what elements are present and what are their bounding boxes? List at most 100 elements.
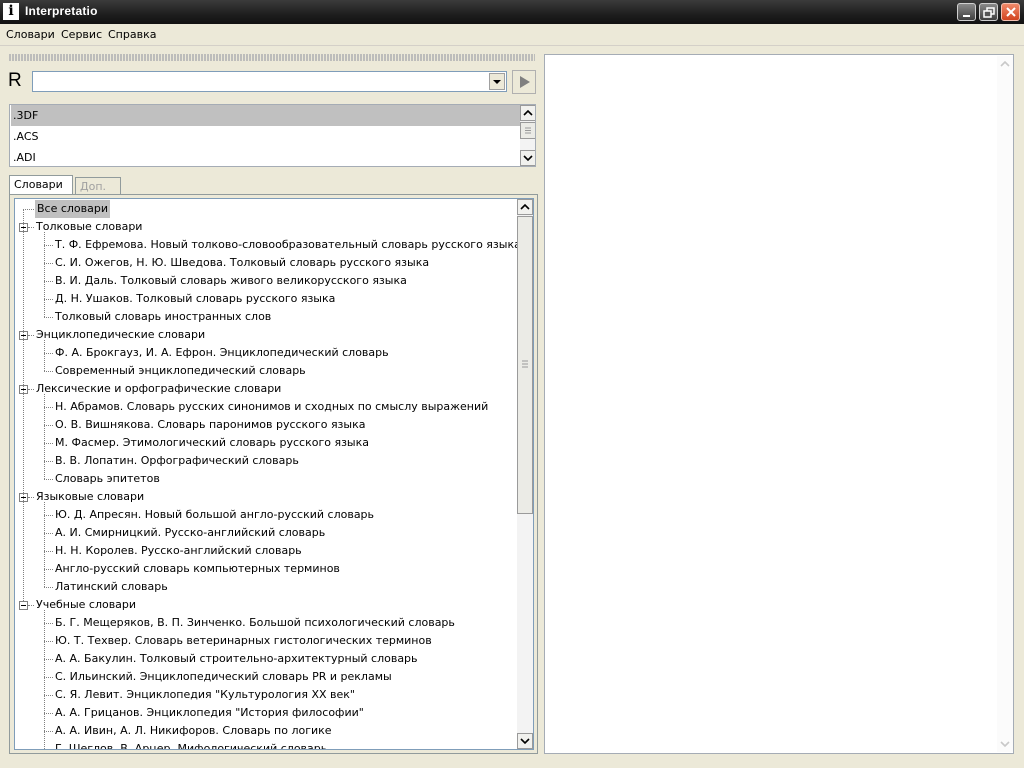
tree-item[interactable]: Англо-русский словарь компьютерных терми… bbox=[55, 560, 340, 578]
tree-connector bbox=[44, 425, 53, 426]
tree-connector bbox=[44, 232, 45, 317]
tree-connector bbox=[44, 569, 53, 570]
tree-connector bbox=[44, 731, 53, 732]
play-arrow-icon bbox=[520, 76, 530, 88]
tree-connector bbox=[44, 659, 53, 660]
tree-item[interactable]: Ю. Д. Апресян. Новый большой англо-русск… bbox=[55, 506, 374, 524]
menu-help[interactable]: Справка bbox=[108, 28, 156, 41]
tree-connector bbox=[44, 610, 45, 749]
tree-item[interactable]: С. И. Ожегов, Н. Ю. Шведова. Толковый сл… bbox=[55, 254, 429, 272]
tree-item-all-dictionaries[interactable]: Все словари bbox=[35, 200, 111, 218]
tree-connector bbox=[44, 677, 53, 678]
restore-button[interactable] bbox=[979, 3, 998, 21]
tree-connector bbox=[28, 389, 34, 390]
tab-dictionaries[interactable]: Словари bbox=[9, 175, 73, 195]
tree-connector bbox=[44, 502, 45, 587]
tree-item[interactable]: А. А. Ивин, А. Л. Никифоров. Словарь по … bbox=[55, 722, 332, 740]
tree-item[interactable]: С. Я. Левит. Энциклопедия "Культурология… bbox=[55, 686, 355, 704]
tree-connector bbox=[28, 335, 34, 336]
grip-lines-icon bbox=[525, 127, 531, 134]
tab-extra[interactable]: Доп. bbox=[75, 177, 121, 195]
tree-item[interactable]: Б. Г. Мещеряков, В. П. Зинченко. Большой… bbox=[55, 614, 455, 632]
combo-dropdown-button[interactable] bbox=[489, 73, 505, 90]
list-item[interactable]: .ACS bbox=[11, 126, 520, 147]
tree-item[interactable]: А. А. Бакулин. Толковый строительно-архи… bbox=[55, 650, 418, 668]
tree-item[interactable]: Д. Н. Ушаков. Толковый словарь русского … bbox=[55, 290, 335, 308]
scroll-thumb[interactable] bbox=[517, 216, 533, 514]
window-title: Interpretatio bbox=[25, 4, 98, 18]
chevron-up-icon bbox=[1000, 60, 1010, 67]
tree-item[interactable]: А. А. Грицанов. Энциклопедия "История фи… bbox=[55, 704, 364, 722]
tree-item[interactable]: Ю. Т. Техвер. Словарь ветеринарных гисто… bbox=[55, 632, 432, 650]
tree-connector bbox=[44, 461, 53, 462]
tree-item[interactable]: В. В. Лопатин. Орфографический словарь bbox=[55, 452, 299, 470]
tree-connector bbox=[23, 209, 34, 210]
title-bar[interactable]: i Interpretatio bbox=[0, 0, 1024, 24]
tree-connector bbox=[44, 749, 53, 750]
tree-connector bbox=[44, 263, 53, 264]
tree-connector bbox=[44, 394, 45, 479]
close-button[interactable] bbox=[1001, 3, 1020, 21]
viewer-scrollbar[interactable] bbox=[997, 56, 1013, 752]
tree-connector bbox=[44, 623, 53, 624]
menu-service[interactable]: Сервис bbox=[61, 28, 102, 41]
tree-connector bbox=[44, 587, 53, 588]
chevron-down-icon bbox=[523, 155, 533, 162]
tree-item[interactable]: В. И. Даль. Толковый словарь живого вели… bbox=[55, 272, 407, 290]
tree-item[interactable]: Толковый словарь иностранных слов bbox=[55, 308, 271, 326]
article-viewer[interactable] bbox=[544, 54, 1014, 754]
minimize-button[interactable] bbox=[957, 3, 976, 21]
menu-dictionaries[interactable]: Словари bbox=[6, 28, 55, 41]
scroll-down-button[interactable] bbox=[517, 733, 533, 749]
tree-item[interactable]: Т. Ф. Ефремова. Новый толково-словообраз… bbox=[55, 236, 521, 254]
tree-connector bbox=[44, 299, 53, 300]
restore-icon bbox=[983, 7, 995, 18]
tree-group[interactable]: Толковые словари bbox=[36, 218, 142, 236]
tree-item[interactable]: Г. Шеглов, В. Арцер. Мифологический слов… bbox=[55, 740, 327, 749]
search-go-button[interactable] bbox=[512, 70, 536, 94]
scroll-down-button[interactable] bbox=[520, 150, 535, 166]
search-combo[interactable] bbox=[32, 71, 507, 92]
tree-connector bbox=[44, 551, 53, 552]
scroll-thumb[interactable] bbox=[520, 122, 535, 139]
tree-item[interactable]: О. В. Вишнякова. Словарь паронимов русск… bbox=[55, 416, 365, 434]
scroll-up-button[interactable] bbox=[517, 199, 533, 215]
tree-item[interactable]: Н. Н. Королев. Русско-английский словарь bbox=[55, 542, 302, 560]
tree-group[interactable]: Лексические и орфографические словари bbox=[36, 380, 281, 398]
chevron-down-icon bbox=[493, 80, 501, 84]
tree-group[interactable]: Учебные словари bbox=[36, 596, 136, 614]
list-item[interactable]: .3DF bbox=[11, 105, 520, 126]
collapse-toggle-icon[interactable] bbox=[19, 601, 28, 610]
chevron-down-icon bbox=[520, 738, 530, 745]
tree-connector bbox=[23, 209, 24, 601]
tree-connector bbox=[44, 340, 45, 371]
dictionary-tree[interactable]: Все словари Толковые словари Т. Ф. Ефремов… bbox=[14, 198, 534, 750]
tree-scrollbar[interactable] bbox=[517, 199, 533, 749]
tree-connector bbox=[44, 641, 53, 642]
list-item[interactable]: .ADI bbox=[11, 147, 520, 166]
tree-item[interactable]: М. Фасмер. Этимологический словарь русск… bbox=[55, 434, 369, 452]
tree-group[interactable]: Энциклопедические словари bbox=[36, 326, 205, 344]
tree-connector bbox=[28, 227, 34, 228]
tree-item[interactable]: С. Ильинский. Энциклопедический словарь … bbox=[55, 668, 392, 686]
tree-item[interactable]: Современный энциклопедический словарь bbox=[55, 362, 306, 380]
word-list-scrollbar[interactable] bbox=[520, 105, 535, 166]
tree-item[interactable]: Н. Абрамов. Словарь русских синонимов и … bbox=[55, 398, 488, 416]
panel-grip[interactable] bbox=[9, 54, 535, 61]
tree-group[interactable]: Языковые словари bbox=[36, 488, 144, 506]
word-list[interactable]: .3DF .ACS .ADI bbox=[9, 104, 536, 167]
scroll-up-button[interactable] bbox=[520, 105, 535, 121]
tree-item[interactable]: Ф. А. Брокгауз, И. А. Ефрон. Энциклопеди… bbox=[55, 344, 389, 362]
app-icon[interactable]: i bbox=[3, 3, 19, 20]
tree-connector bbox=[44, 245, 53, 246]
tree-connector bbox=[44, 407, 53, 408]
language-indicator[interactable]: R bbox=[8, 70, 22, 92]
tree-connector bbox=[28, 605, 34, 606]
tree-item[interactable]: Словарь эпитетов bbox=[55, 470, 160, 488]
chevron-down-icon bbox=[1000, 741, 1010, 748]
tree-connector bbox=[44, 281, 53, 282]
tree-item[interactable]: А. И. Смирницкий. Русско-английский слов… bbox=[55, 524, 325, 542]
tree-item[interactable]: Латинский словарь bbox=[55, 578, 168, 596]
tree-connector bbox=[44, 479, 53, 480]
tree-connector bbox=[44, 317, 53, 318]
